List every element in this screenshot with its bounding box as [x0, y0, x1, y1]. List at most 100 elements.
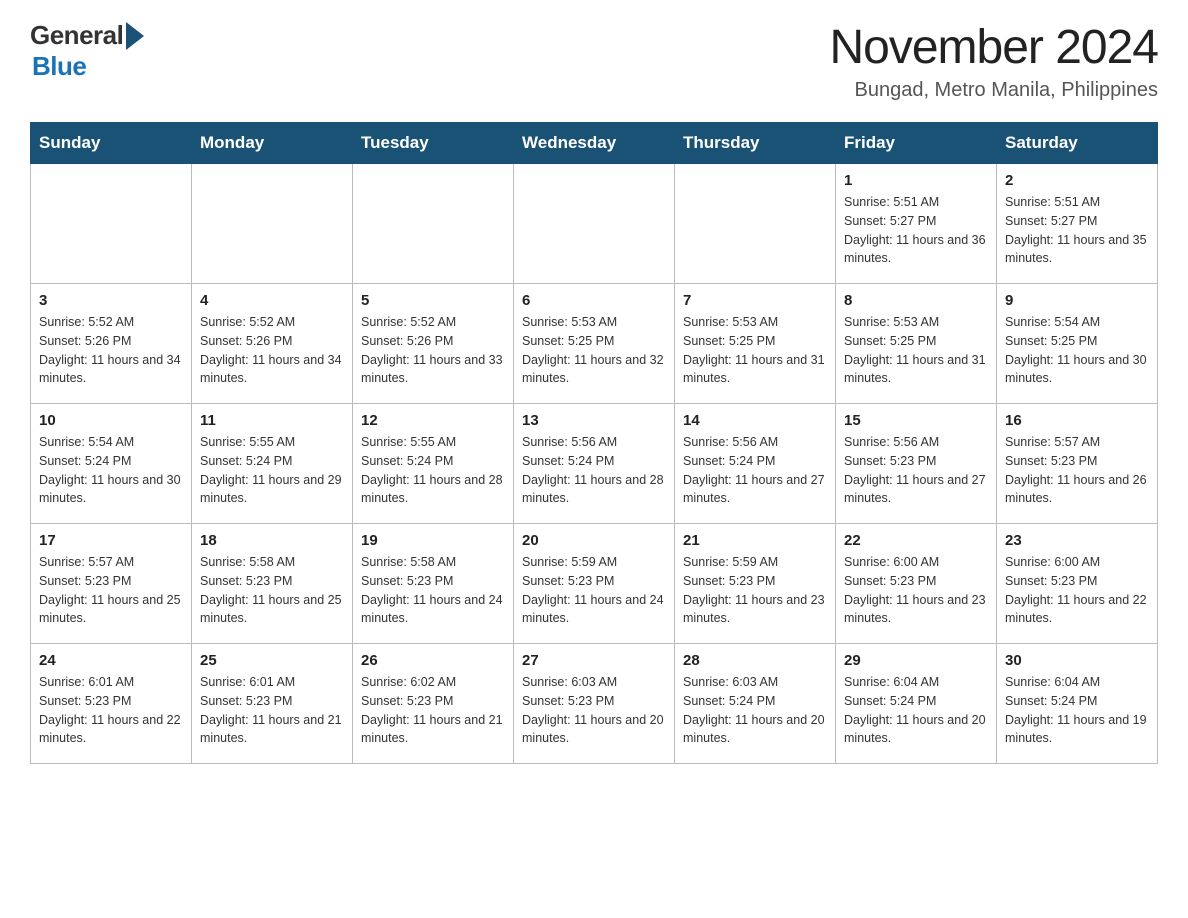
day-header-saturday: Saturday [997, 123, 1158, 164]
title-section: November 2024 Bungad, Metro Manila, Phil… [829, 20, 1158, 102]
day-info: Sunrise: 5:51 AMSunset: 5:27 PMDaylight:… [844, 193, 988, 268]
day-number: 3 [39, 292, 183, 309]
day-number: 29 [844, 652, 988, 669]
calendar-cell: 15 Sunrise: 5:56 AMSunset: 5:23 PMDayligh… [836, 404, 997, 524]
day-info: Sunrise: 5:56 AMSunset: 5:23 PMDaylight:… [844, 433, 988, 508]
day-number: 17 [39, 532, 183, 549]
day-number: 22 [844, 532, 988, 549]
day-number: 25 [200, 652, 344, 669]
calendar-table: SundayMondayTuesdayWednesdayThursdayFrid… [30, 122, 1158, 764]
day-info: Sunrise: 6:00 AMSunset: 5:23 PMDaylight:… [844, 553, 988, 628]
week-row-5: 24 Sunrise: 6:01 AMSunset: 5:23 PMDayligh… [31, 644, 1158, 764]
calendar-cell: 17 Sunrise: 5:57 AMSunset: 5:23 PMDayligh… [31, 524, 192, 644]
day-info: Sunrise: 5:53 AMSunset: 5:25 PMDaylight:… [844, 313, 988, 388]
page-header: General Blue November 2024 Bungad, Metro… [30, 20, 1158, 102]
logo-general: General [30, 20, 123, 51]
day-number: 15 [844, 412, 988, 429]
day-number: 14 [683, 412, 827, 429]
day-number: 28 [683, 652, 827, 669]
week-row-1: 1 Sunrise: 5:51 AMSunset: 5:27 PMDaylight… [31, 164, 1158, 284]
calendar-header-row: SundayMondayTuesdayWednesdayThursdayFrid… [31, 123, 1158, 164]
day-info: Sunrise: 5:55 AMSunset: 5:24 PMDaylight:… [361, 433, 505, 508]
calendar-cell: 8 Sunrise: 5:53 AMSunset: 5:25 PMDaylight… [836, 284, 997, 404]
day-number: 9 [1005, 292, 1149, 309]
day-info: Sunrise: 6:01 AMSunset: 5:23 PMDaylight:… [200, 673, 344, 748]
day-info: Sunrise: 5:52 AMSunset: 5:26 PMDaylight:… [200, 313, 344, 388]
day-info: Sunrise: 6:03 AMSunset: 5:23 PMDaylight:… [522, 673, 666, 748]
calendar-cell [31, 164, 192, 284]
day-number: 7 [683, 292, 827, 309]
day-header-monday: Monday [192, 123, 353, 164]
day-info: Sunrise: 5:54 AMSunset: 5:24 PMDaylight:… [39, 433, 183, 508]
calendar-cell: 1 Sunrise: 5:51 AMSunset: 5:27 PMDaylight… [836, 164, 997, 284]
day-number: 23 [1005, 532, 1149, 549]
day-number: 8 [844, 292, 988, 309]
calendar-cell [514, 164, 675, 284]
calendar-cell: 28 Sunrise: 6:03 AMSunset: 5:24 PMDayligh… [675, 644, 836, 764]
day-info: Sunrise: 5:57 AMSunset: 5:23 PMDaylight:… [39, 553, 183, 628]
logo-arrow-icon [126, 22, 144, 50]
calendar-cell: 16 Sunrise: 5:57 AMSunset: 5:23 PMDayligh… [997, 404, 1158, 524]
day-info: Sunrise: 6:04 AMSunset: 5:24 PMDaylight:… [1005, 673, 1149, 748]
month-title: November 2024 [829, 20, 1158, 75]
day-number: 10 [39, 412, 183, 429]
calendar-cell: 26Sunrise: 6:02 AMSunset: 5:23 PMDayligh… [353, 644, 514, 764]
calendar-cell: 22 Sunrise: 6:00 AMSunset: 5:23 PMDayligh… [836, 524, 997, 644]
calendar-cell [353, 164, 514, 284]
calendar-cell: 10 Sunrise: 5:54 AMSunset: 5:24 PMDayligh… [31, 404, 192, 524]
day-number: 18 [200, 532, 344, 549]
day-number: 4 [200, 292, 344, 309]
day-number: 6 [522, 292, 666, 309]
logo-blue: Blue [32, 51, 86, 82]
calendar-cell [192, 164, 353, 284]
day-info: Sunrise: 5:54 AMSunset: 5:25 PMDaylight:… [1005, 313, 1149, 388]
calendar-cell: 27 Sunrise: 6:03 AMSunset: 5:23 PMDayligh… [514, 644, 675, 764]
day-header-thursday: Thursday [675, 123, 836, 164]
calendar-cell: 2Sunrise: 5:51 AMSunset: 5:27 PMDaylight… [997, 164, 1158, 284]
calendar-cell: 9 Sunrise: 5:54 AMSunset: 5:25 PMDaylight… [997, 284, 1158, 404]
calendar-cell: 14 Sunrise: 5:56 AMSunset: 5:24 PMDayligh… [675, 404, 836, 524]
calendar-cell: 24 Sunrise: 6:01 AMSunset: 5:23 PMDayligh… [31, 644, 192, 764]
day-info: Sunrise: 5:51 AMSunset: 5:27 PMDaylight:… [1005, 193, 1149, 268]
day-info: Sunrise: 6:02 AMSunset: 5:23 PMDaylight:… [361, 673, 505, 748]
day-header-tuesday: Tuesday [353, 123, 514, 164]
day-number: 1 [844, 172, 988, 189]
day-number: 27 [522, 652, 666, 669]
calendar-cell: 13Sunrise: 5:56 AMSunset: 5:24 PMDayligh… [514, 404, 675, 524]
day-number: 11 [200, 412, 344, 429]
day-number: 24 [39, 652, 183, 669]
day-header-sunday: Sunday [31, 123, 192, 164]
day-info: Sunrise: 6:01 AMSunset: 5:23 PMDaylight:… [39, 673, 183, 748]
day-number: 21 [683, 532, 827, 549]
location-subtitle: Bungad, Metro Manila, Philippines [829, 79, 1158, 102]
day-header-friday: Friday [836, 123, 997, 164]
day-info: Sunrise: 5:56 AMSunset: 5:24 PMDaylight:… [683, 433, 827, 508]
day-number: 5 [361, 292, 505, 309]
day-info: Sunrise: 6:03 AMSunset: 5:24 PMDaylight:… [683, 673, 827, 748]
calendar-cell: 21Sunrise: 5:59 AMSunset: 5:23 PMDayligh… [675, 524, 836, 644]
day-header-wednesday: Wednesday [514, 123, 675, 164]
day-number: 12 [361, 412, 505, 429]
day-info: Sunrise: 6:00 AMSunset: 5:23 PMDaylight:… [1005, 553, 1149, 628]
calendar-cell: 18Sunrise: 5:58 AMSunset: 5:23 PMDayligh… [192, 524, 353, 644]
calendar-cell: 30Sunrise: 6:04 AMSunset: 5:24 PMDayligh… [997, 644, 1158, 764]
day-number: 20 [522, 532, 666, 549]
day-number: 16 [1005, 412, 1149, 429]
calendar-cell: 11Sunrise: 5:55 AMSunset: 5:24 PMDayligh… [192, 404, 353, 524]
day-info: Sunrise: 5:58 AMSunset: 5:23 PMDaylight:… [361, 553, 505, 628]
calendar-cell: 3 Sunrise: 5:52 AMSunset: 5:26 PMDaylight… [31, 284, 192, 404]
day-number: 13 [522, 412, 666, 429]
calendar-cell: 23 Sunrise: 6:00 AMSunset: 5:23 PMDayligh… [997, 524, 1158, 644]
calendar-cell: 25 Sunrise: 6:01 AMSunset: 5:23 PMDayligh… [192, 644, 353, 764]
calendar-cell: 7 Sunrise: 5:53 AMSunset: 5:25 PMDaylight… [675, 284, 836, 404]
day-info: Sunrise: 5:52 AMSunset: 5:26 PMDaylight:… [39, 313, 183, 388]
day-info: Sunrise: 6:04 AMSunset: 5:24 PMDaylight:… [844, 673, 988, 748]
calendar-cell: 29 Sunrise: 6:04 AMSunset: 5:24 PMDayligh… [836, 644, 997, 764]
day-info: Sunrise: 5:52 AMSunset: 5:26 PMDaylight:… [361, 313, 505, 388]
calendar-cell: 19Sunrise: 5:58 AMSunset: 5:23 PMDayligh… [353, 524, 514, 644]
day-info: Sunrise: 5:57 AMSunset: 5:23 PMDaylight:… [1005, 433, 1149, 508]
logo: General Blue [30, 20, 144, 82]
day-info: Sunrise: 5:53 AMSunset: 5:25 PMDaylight:… [683, 313, 827, 388]
week-row-3: 10 Sunrise: 5:54 AMSunset: 5:24 PMDayligh… [31, 404, 1158, 524]
calendar-cell [675, 164, 836, 284]
